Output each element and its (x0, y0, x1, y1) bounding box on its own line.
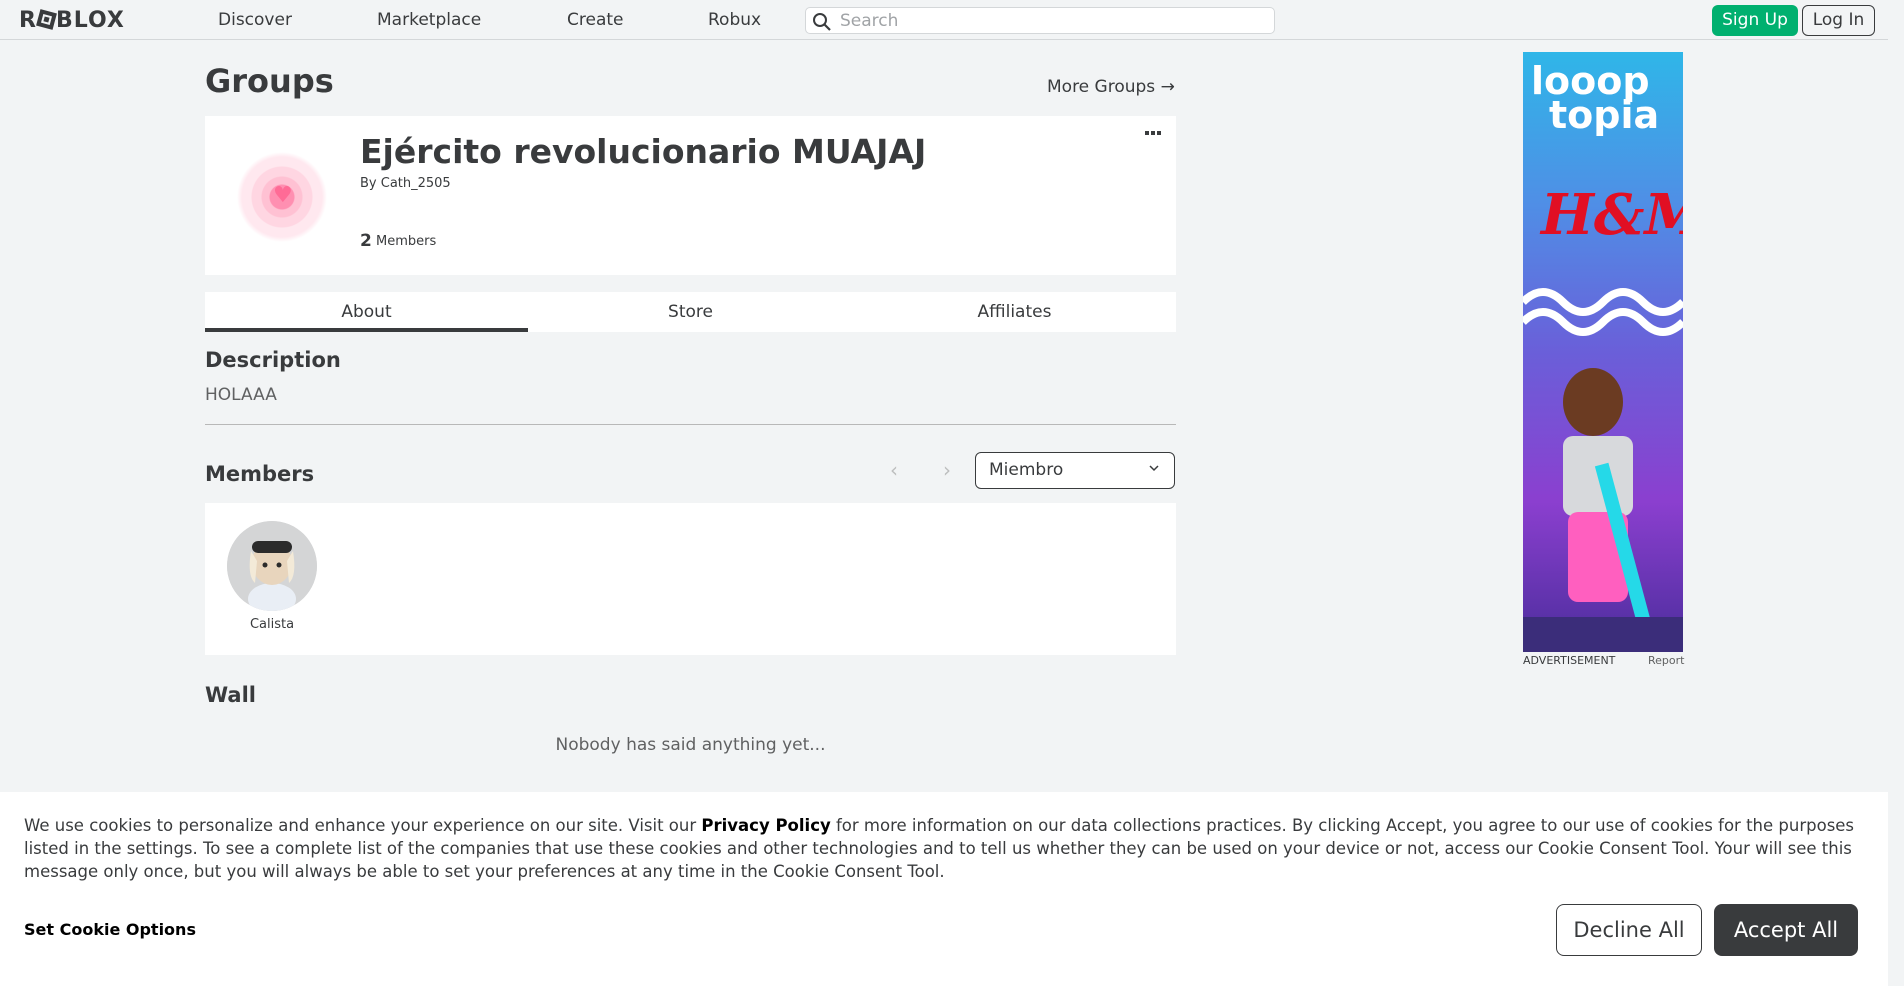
group-tabs: About Store Affiliates (205, 292, 1176, 332)
search-input[interactable]: Search (805, 7, 1275, 34)
search-placeholder: Search (840, 11, 899, 31)
chevron-down-icon (1149, 465, 1159, 472)
group-header-card: ♥ Ejército revolucionario MUAJAJ By Cath… (205, 116, 1176, 275)
group-emblem: ♥ (237, 152, 327, 242)
cookie-banner: We use cookies to personalize and enhanc… (0, 792, 1888, 986)
cookie-message: We use cookies to personalize and enhanc… (24, 814, 1874, 883)
role-dropdown-value: Miembro (989, 460, 1064, 480)
advertisement-banner[interactable]: looop topia H&M (1523, 52, 1683, 652)
chevron-left-icon[interactable]: ‹ (890, 458, 898, 482)
ad-character-graphic (1523, 368, 1683, 652)
wall-heading: Wall (205, 683, 256, 707)
chevron-right-icon[interactable]: › (943, 458, 951, 482)
group-owner[interactable]: By Cath_2505 (360, 176, 451, 191)
section-divider (205, 424, 1176, 425)
accept-all-button[interactable]: Accept All (1714, 904, 1858, 956)
ad-label: ADVERTISEMENT (1523, 654, 1616, 667)
member-count: 2 (360, 231, 372, 251)
top-navigation-bar: R BLOX Discover Marketplace Create Robux … (0, 0, 1904, 40)
sign-up-button[interactable]: Sign Up (1712, 5, 1798, 36)
privacy-policy-link[interactable]: Privacy Policy (701, 816, 830, 835)
cookie-text-before: We use cookies to personalize and enhanc… (24, 816, 702, 835)
member-count-label: Members (376, 234, 437, 249)
ad-wave-graphic (1523, 288, 1683, 336)
more-dots-icon[interactable] (1145, 129, 1161, 137)
ad-brand-logo: H&M (1541, 182, 1683, 248)
ad-report-link[interactable]: Report (1648, 654, 1684, 667)
ad-headline-line2: topia (1549, 93, 1660, 137)
members-heading: Members (205, 462, 315, 486)
logo-o-icon (36, 9, 57, 30)
search-icon (813, 13, 831, 31)
ad-headline: looop topia (1531, 62, 1681, 137)
page-title: Groups (205, 62, 334, 100)
group-name: Ejército revolucionario MUAJAJ (360, 132, 927, 171)
member-avatar[interactable] (227, 521, 317, 611)
tab-store[interactable]: Store (529, 292, 852, 332)
heart-icon: ♥ (273, 183, 293, 208)
members-list: Calista (205, 503, 1176, 655)
nav-discover[interactable]: Discover (218, 10, 292, 30)
tab-affiliates[interactable]: Affiliates (853, 292, 1176, 332)
member-name[interactable]: Calista (205, 617, 339, 632)
nav-create[interactable]: Create (567, 10, 624, 30)
description-text: HOLAAA (205, 385, 277, 405)
decline-all-button[interactable]: Decline All (1556, 904, 1702, 956)
page-scrollbar[interactable] (1888, 0, 1904, 986)
tab-about[interactable]: About (205, 292, 528, 332)
set-cookie-options-link[interactable]: Set Cookie Options (24, 920, 196, 939)
more-groups-link[interactable]: More Groups → (1047, 77, 1175, 97)
nav-marketplace[interactable]: Marketplace (377, 10, 481, 30)
member-card[interactable]: Calista (205, 503, 339, 643)
role-dropdown[interactable]: Miembro (975, 452, 1175, 489)
wall-empty-message: Nobody has said anything yet... (555, 735, 826, 755)
log-in-button[interactable]: Log In (1802, 5, 1875, 36)
nav-robux[interactable]: Robux (708, 10, 761, 30)
description-heading: Description (205, 348, 341, 372)
avatar-image (227, 521, 317, 611)
roblox-logo[interactable]: R BLOX (19, 8, 125, 33)
